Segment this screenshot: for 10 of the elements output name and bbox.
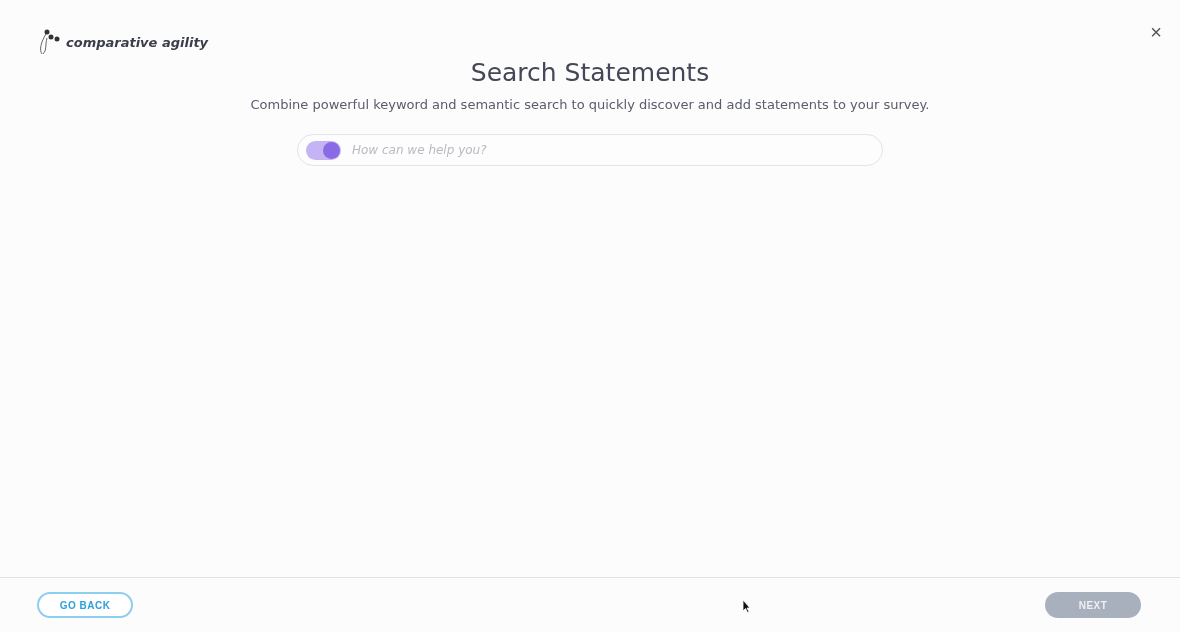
semantic-toggle[interactable] [306, 140, 341, 160]
search-field[interactable]: How can we help you? [297, 134, 883, 166]
logo-icon [38, 28, 62, 56]
cursor-icon [742, 599, 751, 613]
go-back-button[interactable]: GO BACK [37, 592, 133, 618]
logo-text: comparative agility [66, 34, 209, 50]
page-subtitle: Combine powerful keyword and semantic search to quickly discover and add statements to your survey. [250, 97, 930, 112]
close-button[interactable]: × [1146, 22, 1166, 42]
search-input[interactable]: How can we help you? [350, 142, 874, 158]
page-title: Search Statements [470, 58, 710, 87]
